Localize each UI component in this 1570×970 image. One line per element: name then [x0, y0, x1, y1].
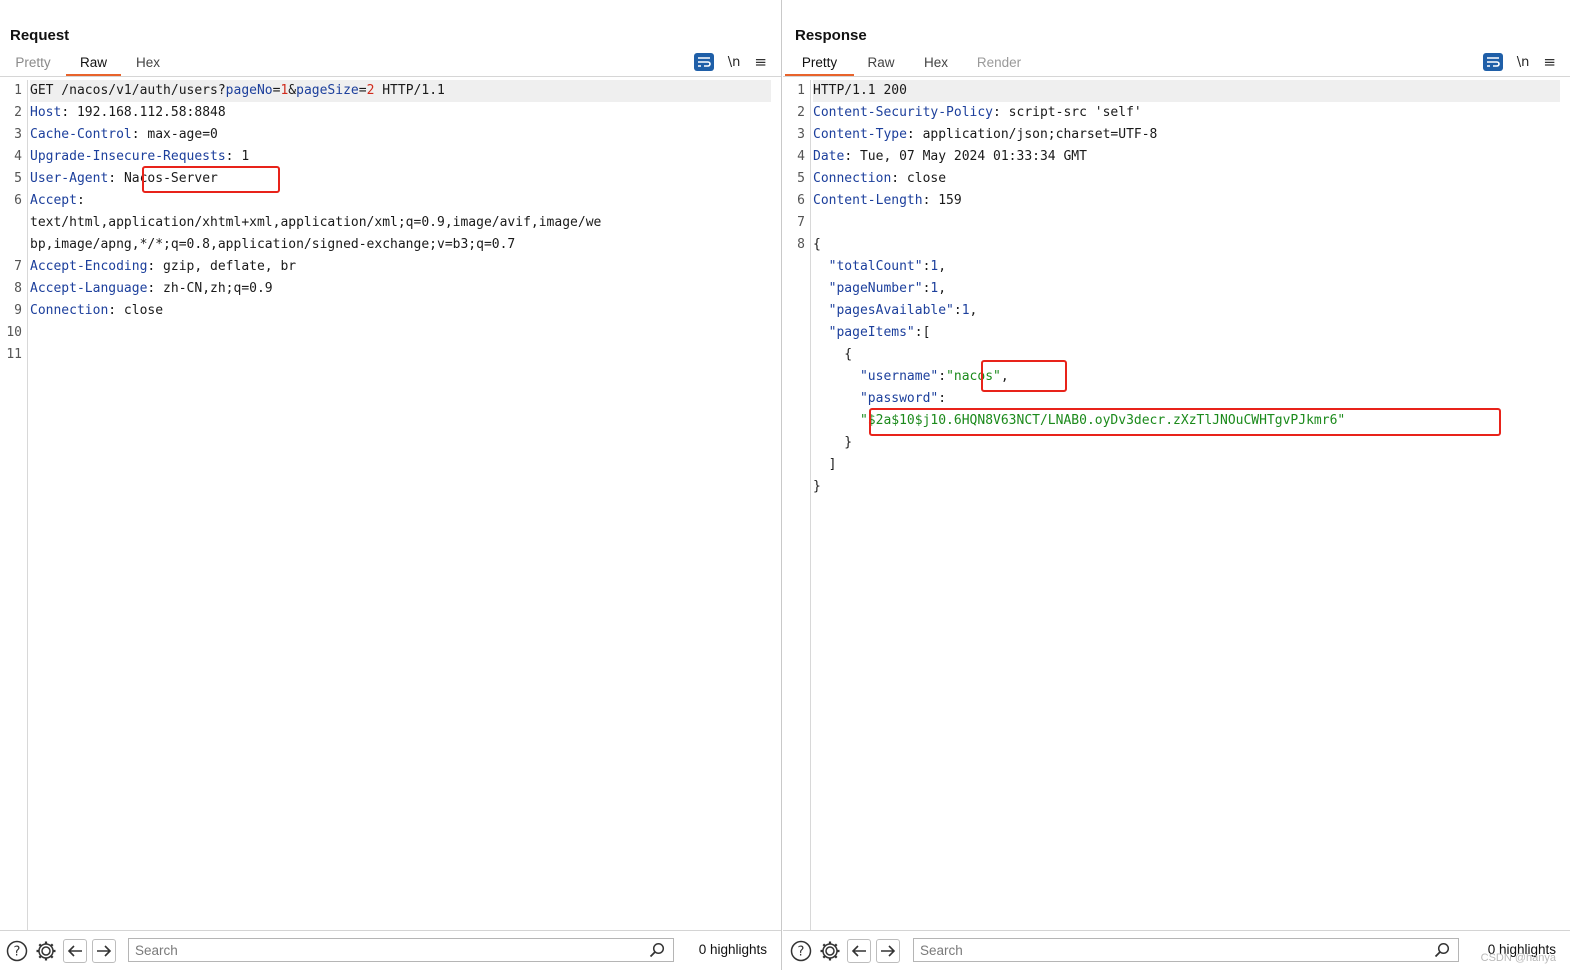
tab-divider — [783, 76, 1570, 77]
line-number: 1 — [14, 83, 22, 98]
search-input[interactable] — [914, 939, 1458, 961]
settings-gear-icon[interactable] — [34, 939, 58, 963]
json-password-key: "password": — [813, 391, 947, 406]
header-connection: Connection: close — [30, 303, 164, 318]
next-arrow-icon[interactable] — [92, 938, 116, 963]
json-array-close: ] — [813, 457, 837, 472]
line-number-gutter: 1 2 3 4 5 6 7 8 — [783, 80, 811, 930]
header-cache-control: Cache-Control: max-age=0 — [30, 127, 218, 142]
json-item-open: { — [813, 347, 853, 362]
tab-hex[interactable]: Hex — [121, 52, 175, 76]
svg-text:?: ? — [14, 944, 21, 959]
watermark: CSDN @hanya — [1480, 952, 1556, 964]
line-number: 3 — [797, 127, 805, 142]
header-accept-value-1: text/html,application/xhtml+xml,applicat… — [30, 215, 602, 230]
json-close-brace: } — [813, 479, 821, 494]
response-pane: Response Pretty Raw Hex Render \n ≡ 1 2 … — [783, 0, 1570, 970]
header-accept-value-2: bp,image/apng,*/*;q=0.8,application/sign… — [30, 237, 516, 252]
line-number: 5 — [797, 171, 805, 186]
tab-pretty[interactable]: Pretty — [785, 52, 854, 76]
user-agent-value: Nacos-Server — [123, 171, 218, 186]
json-open-brace: { — [813, 237, 821, 252]
header-accept-encoding: Accept-Encoding: gzip, deflate, br — [30, 259, 297, 274]
newline-toggle-icon[interactable]: \n — [1517, 55, 1530, 70]
status-line: HTTP/1.1 200 — [813, 80, 1560, 102]
search-box — [913, 938, 1459, 962]
json-item-close: } — [813, 435, 853, 450]
line-number: 4 — [14, 149, 22, 164]
header-accept-language: Accept-Language: zh-CN,zh;q=0.9 — [30, 281, 273, 296]
wrap-lines-icon[interactable] — [1482, 53, 1503, 71]
settings-gear-icon[interactable] — [818, 939, 842, 963]
line-number: 2 — [14, 105, 22, 120]
json-page-number: "pageNumber":1, — [813, 281, 947, 296]
username-value: "nacos" — [946, 369, 1001, 384]
line-number: 7 — [797, 215, 805, 230]
request-line: GET /nacos/v1/auth/users?pageNo=1&pageSi… — [30, 80, 771, 102]
svg-text:?: ? — [798, 944, 805, 959]
tab-hex[interactable]: Hex — [908, 52, 964, 76]
json-pages-available: "pagesAvailable":1, — [813, 303, 978, 318]
newline-toggle-icon[interactable]: \n — [728, 55, 741, 70]
header-content-length: Content-Length: 159 — [813, 193, 962, 208]
header-content-type: Content-Type: application/json;charset=U… — [813, 127, 1158, 142]
line-number: 3 — [14, 127, 22, 142]
response-editor[interactable]: 1 2 3 4 5 6 7 8 HTTP/1.1 200 Content-Sec… — [783, 80, 1570, 930]
header-csp: Content-Security-Policy: script-src 'sel… — [813, 105, 1142, 120]
request-title: Request — [10, 27, 70, 44]
request-pane: Request Pretty Raw Hex \n ≡ 1 2 3 4 5 6 … — [0, 0, 782, 970]
help-icon[interactable]: ? — [789, 939, 813, 963]
header-user-agent: User-Agent: Nacos-Server — [30, 171, 218, 186]
tab-divider — [0, 76, 781, 77]
request-tabs: Pretty Raw Hex — [0, 52, 175, 76]
menu-icon[interactable]: ≡ — [754, 53, 767, 71]
tab-render[interactable]: Render — [964, 52, 1034, 76]
line-number: 11 — [6, 347, 22, 362]
previous-arrow-icon[interactable] — [63, 938, 87, 963]
line-number: 9 — [14, 303, 22, 318]
json-username: "username":"nacos", — [813, 369, 1009, 384]
search-input[interactable] — [129, 939, 673, 961]
response-toolbar: \n ≡ — [1482, 52, 1556, 72]
previous-arrow-icon[interactable] — [847, 938, 871, 963]
header-accept: Accept: — [30, 193, 85, 208]
request-toolbar: \n ≡ — [693, 52, 767, 72]
line-number: 1 — [797, 83, 805, 98]
header-host: Host: 192.168.112.58:8848 — [30, 105, 226, 120]
response-title: Response — [795, 27, 867, 44]
json-password-value: "$2a$10$j10.6HQN8V63NCT/LNAB0.oyDv3decr.… — [813, 410, 1560, 432]
line-number: 5 — [14, 171, 22, 186]
line-number: 6 — [797, 193, 805, 208]
tab-raw[interactable]: Raw — [854, 52, 908, 76]
tab-pretty[interactable]: Pretty — [0, 52, 66, 76]
search-box — [128, 938, 674, 962]
json-page-items: "pageItems":[ — [813, 325, 931, 340]
tab-raw[interactable]: Raw — [66, 52, 121, 76]
search-icon[interactable] — [1434, 942, 1450, 963]
search-icon[interactable] — [649, 942, 665, 963]
line-number: 2 — [797, 105, 805, 120]
wrap-lines-icon[interactable] — [693, 53, 714, 71]
help-icon[interactable]: ? — [5, 939, 29, 963]
line-number: 8 — [14, 281, 22, 296]
menu-icon[interactable]: ≡ — [1543, 53, 1556, 71]
request-editor[interactable]: 1 2 3 4 5 6 7 8 9 10 11 GET /nacos/v1/au… — [0, 80, 781, 930]
header-upgrade-insecure-requests: Upgrade-Insecure-Requests: 1 — [30, 149, 250, 164]
line-number: 4 — [797, 149, 805, 164]
json-total-count: "totalCount":1, — [813, 259, 947, 274]
request-footer: ? 0 highlights — [0, 930, 781, 970]
highlights-count: 0 highlights — [698, 942, 767, 957]
line-number: 8 — [797, 237, 805, 252]
line-number: 7 — [14, 259, 22, 274]
response-tabs: Pretty Raw Hex Render — [783, 52, 1034, 76]
line-number: 6 — [14, 193, 22, 208]
line-number-gutter: 1 2 3 4 5 6 7 8 9 10 11 — [0, 80, 28, 930]
header-connection: Connection: close — [813, 171, 947, 186]
response-footer: ? 0 highlights — [783, 930, 1570, 970]
password-hash-value: "$2a$10$j10.6HQN8V63NCT/LNAB0.oyDv3decr.… — [859, 413, 1346, 428]
header-date: Date: Tue, 07 May 2024 01:33:34 GMT — [813, 149, 1087, 164]
next-arrow-icon[interactable] — [876, 938, 900, 963]
line-number: 10 — [6, 325, 22, 340]
